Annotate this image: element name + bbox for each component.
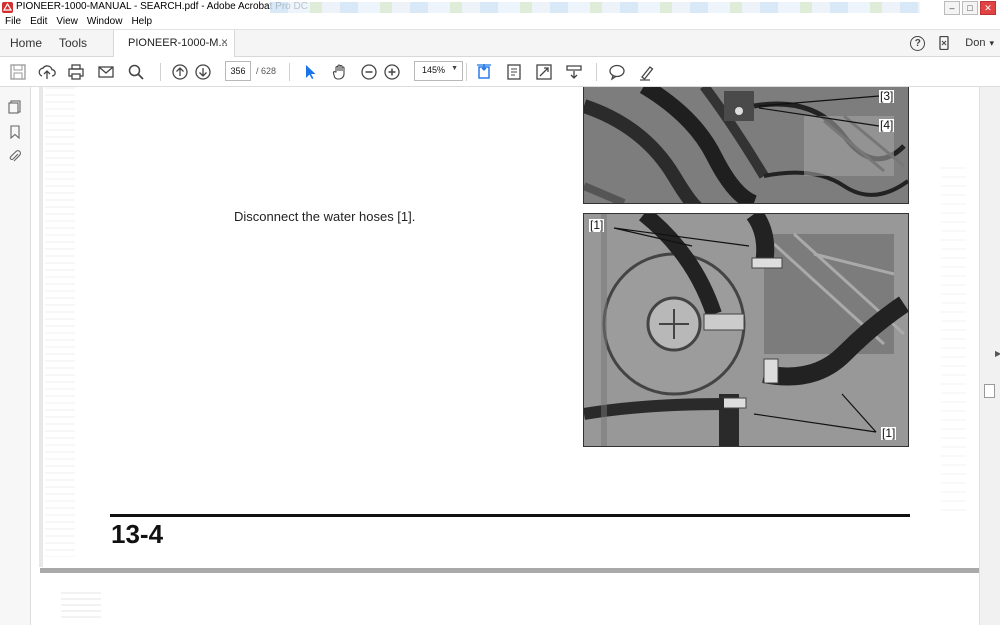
toolbar bbox=[0, 57, 1000, 87]
title-bar-background bbox=[270, 2, 920, 13]
close-window-button[interactable]: ✕ bbox=[980, 1, 996, 15]
page-thumbnails-icon[interactable] bbox=[8, 100, 22, 114]
zoom-dropdown-icon: ▼ bbox=[451, 65, 458, 72]
page-number: 13-4 bbox=[111, 519, 164, 549]
minimize-button[interactable]: – bbox=[944, 1, 960, 15]
title-bar: PIONEER-1000-MANUAL - SEARCH.pdf - Adobe… bbox=[0, 0, 1000, 16]
menu-help[interactable]: Help bbox=[126, 15, 156, 29]
scan-noise bbox=[61, 592, 101, 622]
full-screen-icon[interactable] bbox=[535, 63, 553, 81]
page-separator bbox=[40, 568, 979, 573]
save-icon[interactable] bbox=[9, 63, 27, 81]
scroll-mode-icon[interactable] bbox=[505, 63, 523, 81]
scroll-thumb[interactable] bbox=[984, 384, 995, 398]
toolbar-divider bbox=[466, 63, 467, 81]
tab-document[interactable]: PIONEER-1000-M... × bbox=[113, 30, 235, 57]
collapse-right-panel-icon[interactable]: ▶ bbox=[995, 349, 1000, 358]
callout-label: [4] bbox=[879, 118, 895, 132]
zoom-value: 145% bbox=[422, 65, 446, 75]
window-title: PIONEER-1000-MANUAL - SEARCH.pdf - Adobe… bbox=[16, 1, 308, 12]
maximize-button[interactable]: □ bbox=[962, 1, 978, 15]
tab-home[interactable]: Home bbox=[10, 36, 42, 50]
mobile-link-icon[interactable] bbox=[939, 36, 949, 50]
menu-window[interactable]: Window bbox=[82, 15, 127, 29]
toolbar-divider bbox=[289, 63, 290, 81]
read-mode-icon[interactable] bbox=[565, 63, 583, 81]
document-tab-label: PIONEER-1000-M... bbox=[128, 37, 228, 49]
attachment-icon[interactable] bbox=[8, 149, 22, 163]
fit-page-icon[interactable] bbox=[475, 63, 493, 81]
cloud-upload-icon[interactable] bbox=[38, 63, 56, 81]
page-up-icon[interactable] bbox=[171, 63, 189, 81]
left-panel-rail bbox=[0, 87, 31, 625]
close-tab-icon[interactable]: × bbox=[221, 35, 228, 49]
engine-photo-connectors bbox=[583, 87, 909, 204]
bookmark-icon[interactable] bbox=[8, 125, 22, 139]
menu-edit[interactable]: Edit bbox=[25, 15, 51, 29]
help-icon[interactable]: ? bbox=[910, 35, 926, 51]
toolbar-divider bbox=[160, 63, 161, 81]
zoom-out-icon[interactable] bbox=[360, 63, 378, 81]
menu-file[interactable]: File bbox=[0, 15, 25, 29]
comment-icon[interactable] bbox=[608, 63, 626, 81]
vertical-scrollbar[interactable]: ▶ bbox=[979, 87, 1000, 625]
chevron-down-icon[interactable]: ▾ bbox=[989, 38, 994, 49]
menu-view[interactable]: View bbox=[51, 15, 82, 29]
print-icon[interactable] bbox=[67, 63, 85, 81]
callout-label: [1] bbox=[881, 426, 897, 440]
hand-tool-icon[interactable] bbox=[331, 63, 349, 81]
zoom-in-icon[interactable] bbox=[383, 63, 401, 81]
callout-label: [3] bbox=[879, 89, 895, 103]
highlight-pen-icon[interactable] bbox=[638, 63, 656, 81]
toolbar-divider bbox=[596, 63, 597, 81]
scan-noise bbox=[45, 87, 75, 557]
page-footer-rule bbox=[110, 514, 910, 517]
search-icon[interactable] bbox=[127, 63, 145, 81]
acrobat-app-icon bbox=[2, 2, 13, 13]
user-name[interactable]: Don bbox=[965, 37, 985, 49]
scan-noise bbox=[941, 167, 966, 517]
tab-tools[interactable]: Tools bbox=[59, 36, 87, 50]
page-edge bbox=[39, 87, 43, 567]
menu-bar: File Edit View Window Help bbox=[0, 15, 1000, 30]
page-total: / 628 bbox=[256, 66, 277, 76]
email-icon[interactable] bbox=[97, 63, 115, 81]
current-page-input[interactable]: 356 bbox=[225, 61, 251, 81]
callout-label: [1] bbox=[589, 218, 605, 232]
engine-photo-water-hoses bbox=[583, 213, 909, 447]
document-viewport[interactable]: Disconnect the water hoses [1]. [3] [4] bbox=[31, 87, 979, 625]
page-down-icon[interactable] bbox=[194, 63, 212, 81]
zoom-select[interactable]: 145% ▼ bbox=[414, 61, 463, 81]
select-pointer-icon[interactable] bbox=[301, 63, 319, 81]
instruction-text: Disconnect the water hoses [1]. bbox=[234, 209, 416, 224]
